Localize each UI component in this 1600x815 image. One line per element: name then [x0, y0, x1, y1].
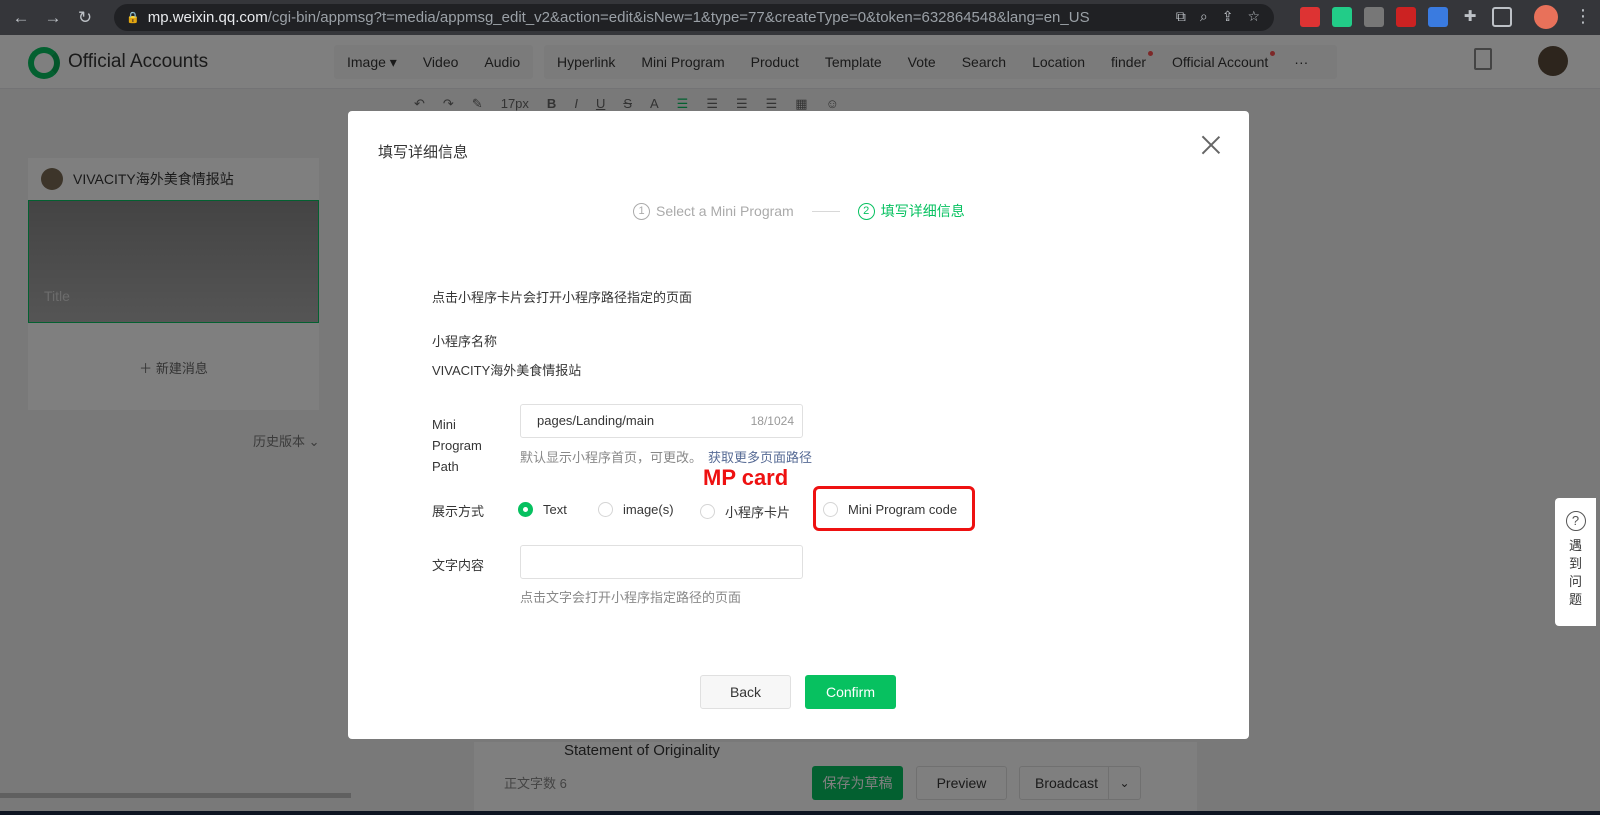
omnibox-actions: ⧉ ⌕ ⇪ ☆ — [1176, 8, 1260, 25]
help-label: 遇到问题 — [1568, 538, 1582, 607]
extension-pocket-icon[interactable] — [1300, 7, 1320, 27]
mini-program-name-value: VIVACITY海外美食情报站 — [432, 363, 582, 378]
extensions-puzzle-icon[interactable]: ✚ — [1460, 7, 1480, 27]
mini-program-name-label: 小程序名称 — [432, 334, 498, 349]
url-host: mp.weixin.qq.com — [147, 9, 268, 26]
text-content-input[interactable] — [520, 545, 803, 579]
radio-images[interactable]: image(s) — [598, 502, 674, 517]
url-path: /cgi-bin/appmsg?t=media/appmsg_edit_v2&a… — [267, 9, 1090, 26]
step-indicator: 1 Select a Mini Program 2 填写详细信息 — [633, 201, 965, 221]
back-arrow-icon[interactable]: ← — [10, 7, 32, 29]
path-input-value: pages/Landing/main — [537, 413, 655, 428]
step-2: 2 填写详细信息 — [857, 201, 965, 221]
mini-program-path-label: Mini Program Path — [432, 417, 482, 474]
confirm-button[interactable]: Confirm — [805, 675, 896, 709]
back-button[interactable]: Back — [700, 675, 791, 709]
close-icon[interactable] — [1199, 133, 1223, 157]
step-1-label: Select a Mini Program — [656, 203, 794, 219]
dialog-description: 点击小程序卡片会打开小程序路径指定的页面 — [432, 290, 693, 305]
browser-menu-icon[interactable]: ⋮ — [1574, 6, 1592, 27]
annotation-label: MP card — [703, 465, 789, 490]
bookmark-star-icon[interactable]: ☆ — [1247, 8, 1260, 25]
mini-program-dialog: 填写详细信息 1 Select a Mini Program 2 填写详细信息 … — [348, 111, 1249, 739]
radio-mp-card[interactable]: 小程序卡片 — [700, 502, 790, 521]
dialog-title: 填写详细信息 — [378, 144, 469, 161]
browser-toolbar: ← → ↻ 🔒 mp.weixin.qq.com/cgi-bin/appmsg?… — [0, 0, 1600, 35]
step-1: 1 Select a Mini Program — [633, 202, 794, 220]
annotation-highlight-box — [813, 486, 975, 531]
text-content-hint: 点击文字会打开小程序指定路径的页面 — [520, 590, 742, 605]
step-2-number: 2 — [857, 202, 875, 220]
forward-arrow-icon[interactable]: → — [42, 7, 64, 29]
side-panel-icon[interactable] — [1492, 7, 1512, 27]
address-bar[interactable]: 🔒 mp.weixin.qq.com/cgi-bin/appmsg?t=medi… — [114, 4, 1274, 31]
radio-text-label: Text — [543, 502, 567, 517]
text-content-label: 文字内容 — [432, 558, 485, 573]
radio-unchecked-icon — [700, 504, 715, 519]
zoom-icon[interactable]: ⌕ — [1200, 8, 1208, 25]
radio-images-label: image(s) — [623, 502, 674, 517]
radio-unchecked-icon — [598, 502, 613, 517]
extension-pdf-icon[interactable] — [1396, 7, 1416, 27]
display-mode-label: 展示方式 — [432, 504, 485, 519]
step-divider — [811, 210, 840, 212]
radio-checked-icon — [518, 502, 533, 517]
lock-icon: 🔒 — [126, 12, 140, 24]
radio-mp-card-label: 小程序卡片 — [725, 505, 791, 520]
step-2-label: 填写详细信息 — [880, 203, 965, 219]
radio-text[interactable]: Text — [518, 502, 567, 517]
url-text: mp.weixin.qq.com/cgi-bin/appmsg?t=media/… — [148, 9, 1090, 26]
extension-drive-icon[interactable] — [1332, 7, 1352, 27]
reload-icon[interactable]: ↻ — [74, 7, 96, 29]
question-icon: ? — [1565, 511, 1586, 531]
extensions: ✚ — [1300, 7, 1512, 27]
path-hint-text: 默认显示小程序首页，可更改。 — [520, 450, 703, 465]
help-tab[interactable]: ? 遇到问题 — [1555, 498, 1596, 626]
share-icon[interactable]: ⇪ — [1222, 8, 1234, 25]
extension-translate-icon[interactable] — [1428, 7, 1448, 27]
get-more-paths-link[interactable]: 获取更多页面路径 — [708, 450, 812, 465]
profile-avatar[interactable] — [1534, 5, 1558, 29]
path-char-count: 18/1024 — [750, 414, 794, 428]
translate-icon[interactable]: ⧉ — [1176, 8, 1186, 25]
step-1-number: 1 — [633, 202, 650, 220]
mini-program-path-input[interactable]: pages/Landing/main 18/1024 — [520, 404, 803, 438]
extension-hand-icon[interactable] — [1364, 7, 1384, 27]
path-hint: 默认显示小程序首页，可更改。 获取更多页面路径 — [520, 447, 812, 466]
